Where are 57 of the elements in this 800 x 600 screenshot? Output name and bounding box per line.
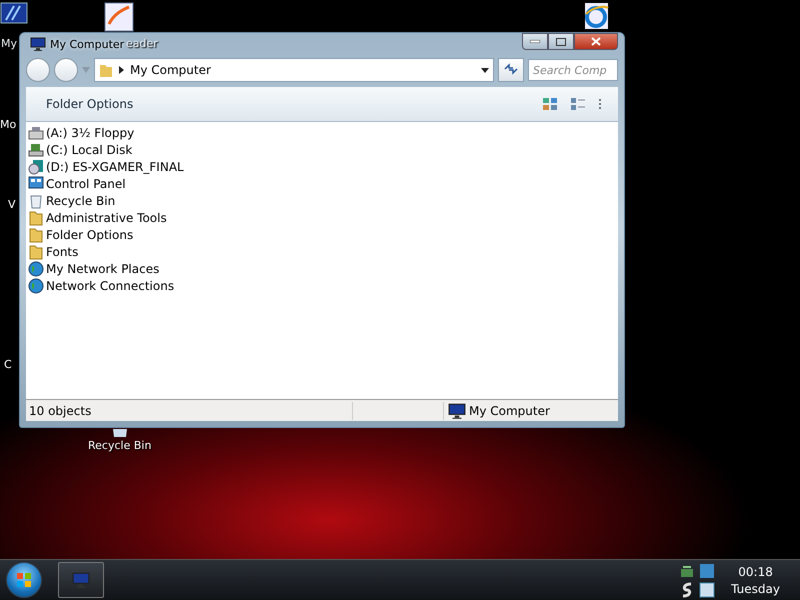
address-bar[interactable]: My Computer: [94, 58, 494, 82]
list-item[interactable]: Network Connections: [46, 278, 174, 292]
search-field[interactable]: Search Comp: [528, 59, 618, 81]
recycle-bin-icon: [28, 192, 44, 208]
monitor-icon: [448, 402, 466, 420]
dropdown-caret-icon[interactable]: [481, 68, 489, 72]
disk-icon: [28, 142, 44, 158]
monitor-icon: [30, 36, 46, 52]
list-item[interactable]: (A:) 3½ Floppy: [46, 126, 134, 140]
taskbar-button[interactable]: [58, 562, 104, 598]
list-item[interactable]: (C:) Local Disk: [46, 142, 132, 156]
globe-icon: [28, 260, 44, 276]
maximize-icon: [556, 38, 566, 46]
folder-options-button[interactable]: Folder Options: [42, 95, 138, 113]
folder-icon: [99, 62, 113, 78]
monitor-icon: [72, 571, 90, 589]
forward-button[interactable]: [54, 58, 78, 82]
folder-icon: [28, 210, 44, 226]
close-icon: [591, 37, 601, 46]
list-item[interactable]: Folder Options: [46, 228, 134, 242]
minimize-button[interactable]: [522, 33, 548, 50]
minimize-icon: [530, 40, 540, 43]
document-icon[interactable]: [104, 2, 134, 32]
details-view-icon[interactable]: [570, 97, 586, 111]
folder-icon: [28, 244, 44, 260]
list-item[interactable]: Recycle Bin: [46, 194, 116, 208]
window-title: My Computer: [50, 38, 124, 50]
desktop-icon-label[interactable]: Recycle Bin: [88, 439, 152, 452]
globe-icon: [28, 278, 44, 294]
status-text: 10 objects: [28, 404, 92, 418]
list-item[interactable]: (D:) ES-XGAMER_FINAL: [46, 160, 184, 174]
desktop-icon-label[interactable]: V: [8, 198, 16, 211]
maximize-button[interactable]: [548, 33, 574, 50]
list-item[interactable]: Fonts: [46, 244, 78, 258]
close-button[interactable]: [574, 33, 618, 50]
more-icon[interactable]: [598, 97, 602, 111]
breadcrumb-arrow-icon: [119, 66, 124, 74]
clock-time[interactable]: 00:18: [738, 564, 773, 578]
clock-day[interactable]: Tuesday: [731, 582, 780, 596]
desktop-icon-label[interactable]: Mo: [0, 118, 16, 131]
back-button[interactable]: [26, 58, 50, 82]
drive-icon: [28, 124, 44, 140]
list-item[interactable]: My Network Places: [46, 262, 160, 276]
folder-icon: [28, 226, 44, 242]
tray-window-icon[interactable]: [699, 582, 716, 598]
views-icon[interactable]: [542, 97, 558, 111]
desktop-icon-label[interactable]: C: [4, 358, 12, 371]
disc-icon: [28, 158, 44, 174]
status-text: My Computer: [468, 404, 551, 418]
windows-logo-icon: [16, 572, 32, 588]
refresh-button[interactable]: [498, 58, 524, 82]
start-button[interactable]: [6, 562, 42, 598]
list-item[interactable]: Control Panel: [46, 176, 126, 190]
list-item[interactable]: Administrative Tools: [46, 210, 167, 224]
browser-icon[interactable]: [582, 2, 610, 30]
desktop-icon-label[interactable]: My: [1, 37, 18, 50]
refresh-icon: [504, 62, 518, 74]
